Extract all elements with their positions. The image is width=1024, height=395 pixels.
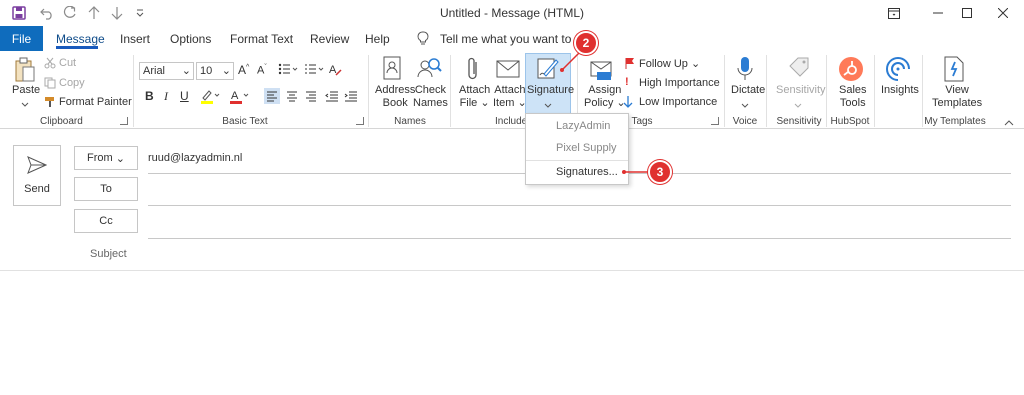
callout-3: 3 [648,160,672,184]
callout-2: 2 [574,31,598,55]
callout-lines [560,46,648,174]
